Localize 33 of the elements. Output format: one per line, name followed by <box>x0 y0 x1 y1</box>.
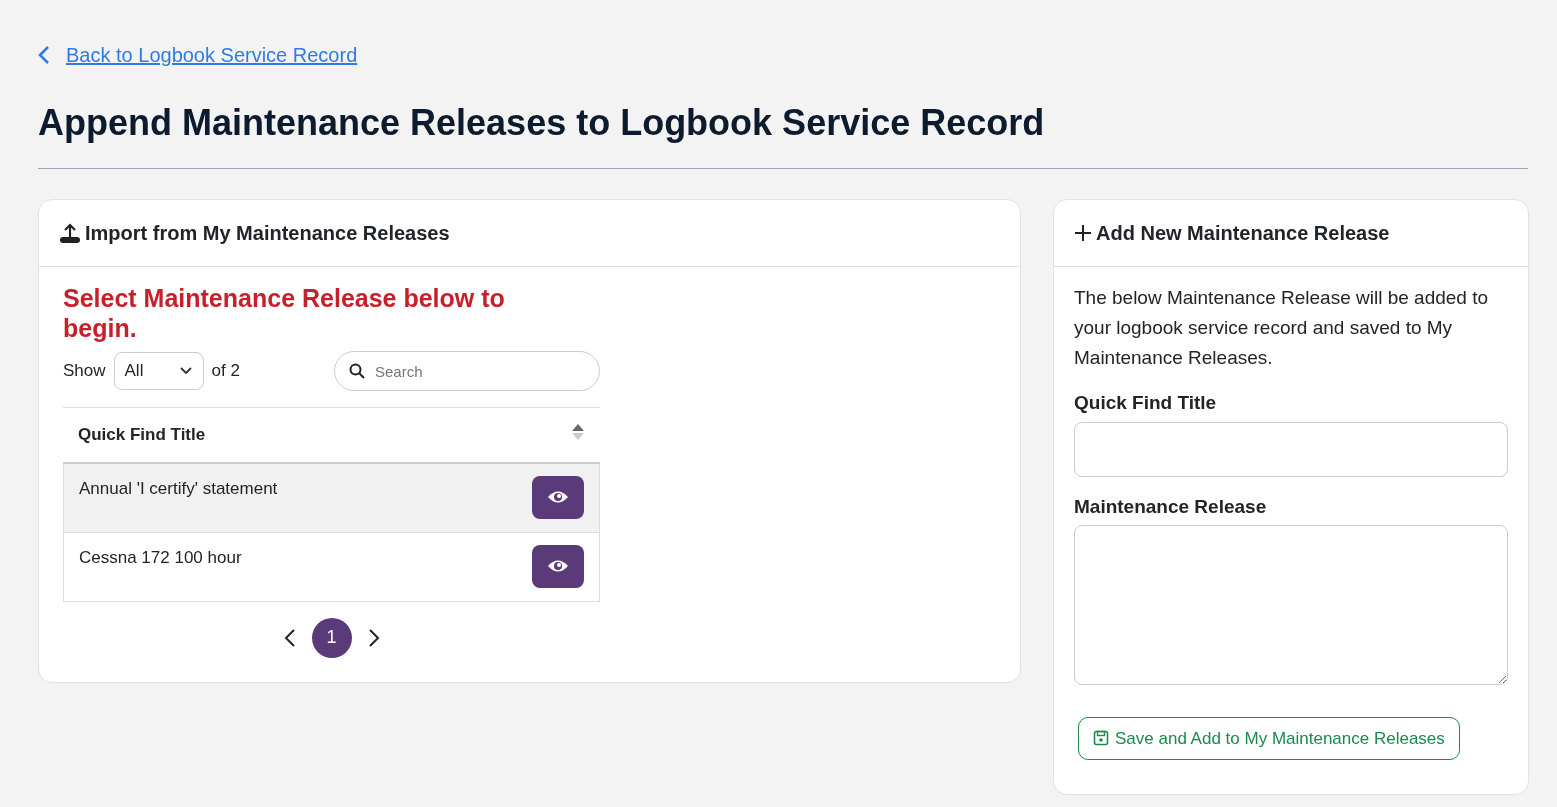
table-row[interactable]: Annual 'I certify' statement <box>63 463 600 533</box>
row-title: Cessna 172 100 hour <box>79 546 242 569</box>
eye-icon <box>547 559 569 573</box>
save-button[interactable]: Save and Add to My Maintenance Releases <box>1078 716 1460 760</box>
page-button[interactable]: 1 <box>311 617 352 658</box>
sort-icon[interactable] <box>571 422 585 442</box>
search-icon <box>349 363 365 379</box>
row-title: Annual 'I certify' statement <box>79 477 278 500</box>
card-title: Import from My Maintenance Releases <box>85 221 450 246</box>
plus-icon <box>1074 224 1092 242</box>
title-input-field[interactable] <box>1074 421 1508 477</box>
field-label: Maintenance Release <box>1074 494 1268 519</box>
column-header[interactable]: Quick Find Title <box>78 422 206 448</box>
view-button[interactable] <box>532 475 584 519</box>
back-link[interactable]: Back to Logbook Service Record <box>66 40 358 70</box>
floppy-icon <box>1093 730 1109 747</box>
table-row[interactable]: Cessna 172 100 hour <box>63 532 600 602</box>
previous-page-icon[interactable] <box>283 627 296 648</box>
view-button[interactable] <box>532 544 584 588</box>
chevron-down-icon <box>178 366 193 376</box>
next-page-icon[interactable] <box>367 627 380 648</box>
show-label: Show <box>63 360 106 383</box>
chevron-left-icon <box>38 45 50 65</box>
card-title: Add New Maintenance Release <box>1096 221 1390 246</box>
search-field[interactable]: Search <box>334 351 600 391</box>
instruction-text: Select Maintenance Release below to begin. <box>63 283 506 343</box>
page-size-select[interactable]: All <box>113 352 204 390</box>
description-text: The below Maintenance Release will be added to your logbook service record and saved to My Maintenance Releases. <box>1074 286 1490 370</box>
count-label: of 2 <box>211 360 240 383</box>
field-label: Quick Find Title <box>1074 391 1218 415</box>
page-title: Append Maintenance Releases to Logbook Service Record <box>38 101 1046 145</box>
eye-icon <box>547 490 569 504</box>
upload-icon <box>59 222 81 244</box>
